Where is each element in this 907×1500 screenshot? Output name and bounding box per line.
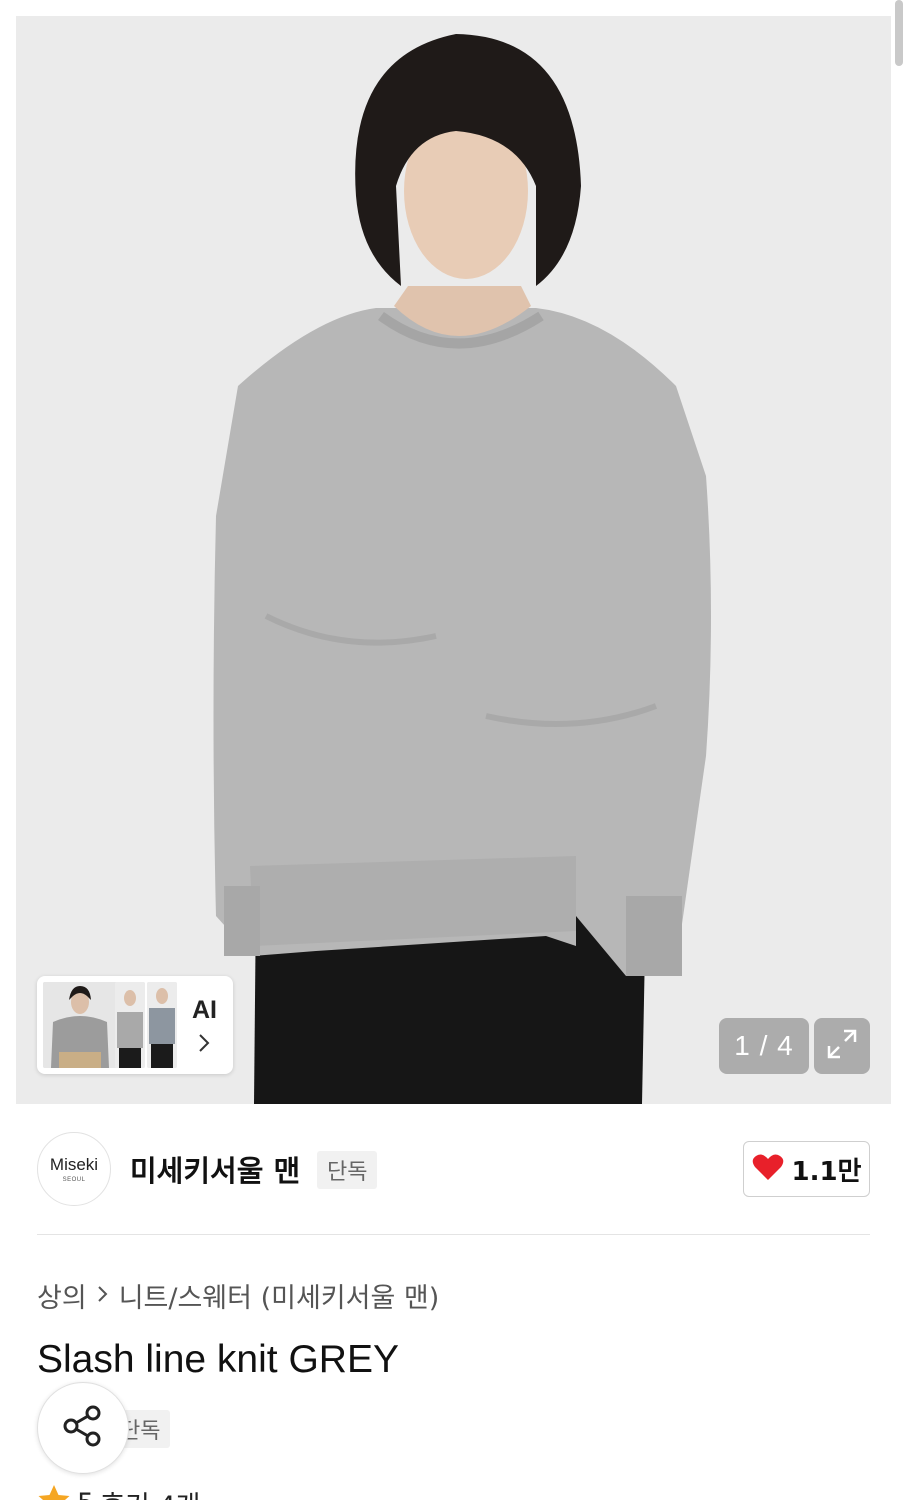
divider <box>37 1234 870 1235</box>
ai-thumbnail-2 <box>115 982 145 1068</box>
product-photo <box>16 16 891 1104</box>
like-count: 1.1만 <box>791 1156 862 1187</box>
exclusive-badge: 단독 <box>317 1151 378 1189</box>
share-button[interactable] <box>37 1382 129 1474</box>
ai-label: AI <box>192 996 217 1024</box>
rating-score: 5 <box>77 1488 94 1500</box>
scrollbar[interactable] <box>895 0 903 66</box>
rating-row[interactable]: 5 후기 4개 <box>37 1484 200 1500</box>
breadcrumb-subcategory[interactable]: 니트/스웨터 (미세키서울 맨) <box>119 1276 440 1315</box>
brand-name[interactable]: 미세키서울 맨 <box>130 1148 300 1190</box>
heart-icon <box>752 1153 784 1185</box>
ai-styling-card[interactable]: AI <box>37 976 233 1074</box>
brand-logo-text: Miseki <box>49 1155 99 1174</box>
image-counter: 1 / 4 <box>719 1018 809 1074</box>
chevron-right-icon <box>197 1032 211 1058</box>
chevron-right-icon <box>97 1280 109 1311</box>
ai-thumbnail-1 <box>43 982 117 1068</box>
top-strip <box>0 0 907 16</box>
expand-button[interactable] <box>814 1018 870 1074</box>
share-icon <box>61 1404 105 1452</box>
like-button[interactable]: 1.1만 <box>743 1141 870 1197</box>
breadcrumb: 상의 니트/스웨터 (미세키서울 맨) <box>37 1276 439 1315</box>
star-icon <box>37 1484 71 1500</box>
brand-row: Miseki SEOUL 미세키서울 맨 단독 1.1만 <box>37 1132 870 1206</box>
brand-logo-subtext: SEOUL <box>62 1177 86 1183</box>
expand-icon <box>825 1027 859 1065</box>
product-image[interactable] <box>16 16 891 1104</box>
ai-thumbnail-3 <box>147 982 177 1068</box>
breadcrumb-category[interactable]: 상의 <box>37 1276 87 1315</box>
product-title: Slash line knit GREY <box>37 1338 399 1381</box>
review-count[interactable]: 후기 4개 <box>100 1484 200 1500</box>
brand-logo[interactable]: Miseki SEOUL <box>37 1132 111 1206</box>
